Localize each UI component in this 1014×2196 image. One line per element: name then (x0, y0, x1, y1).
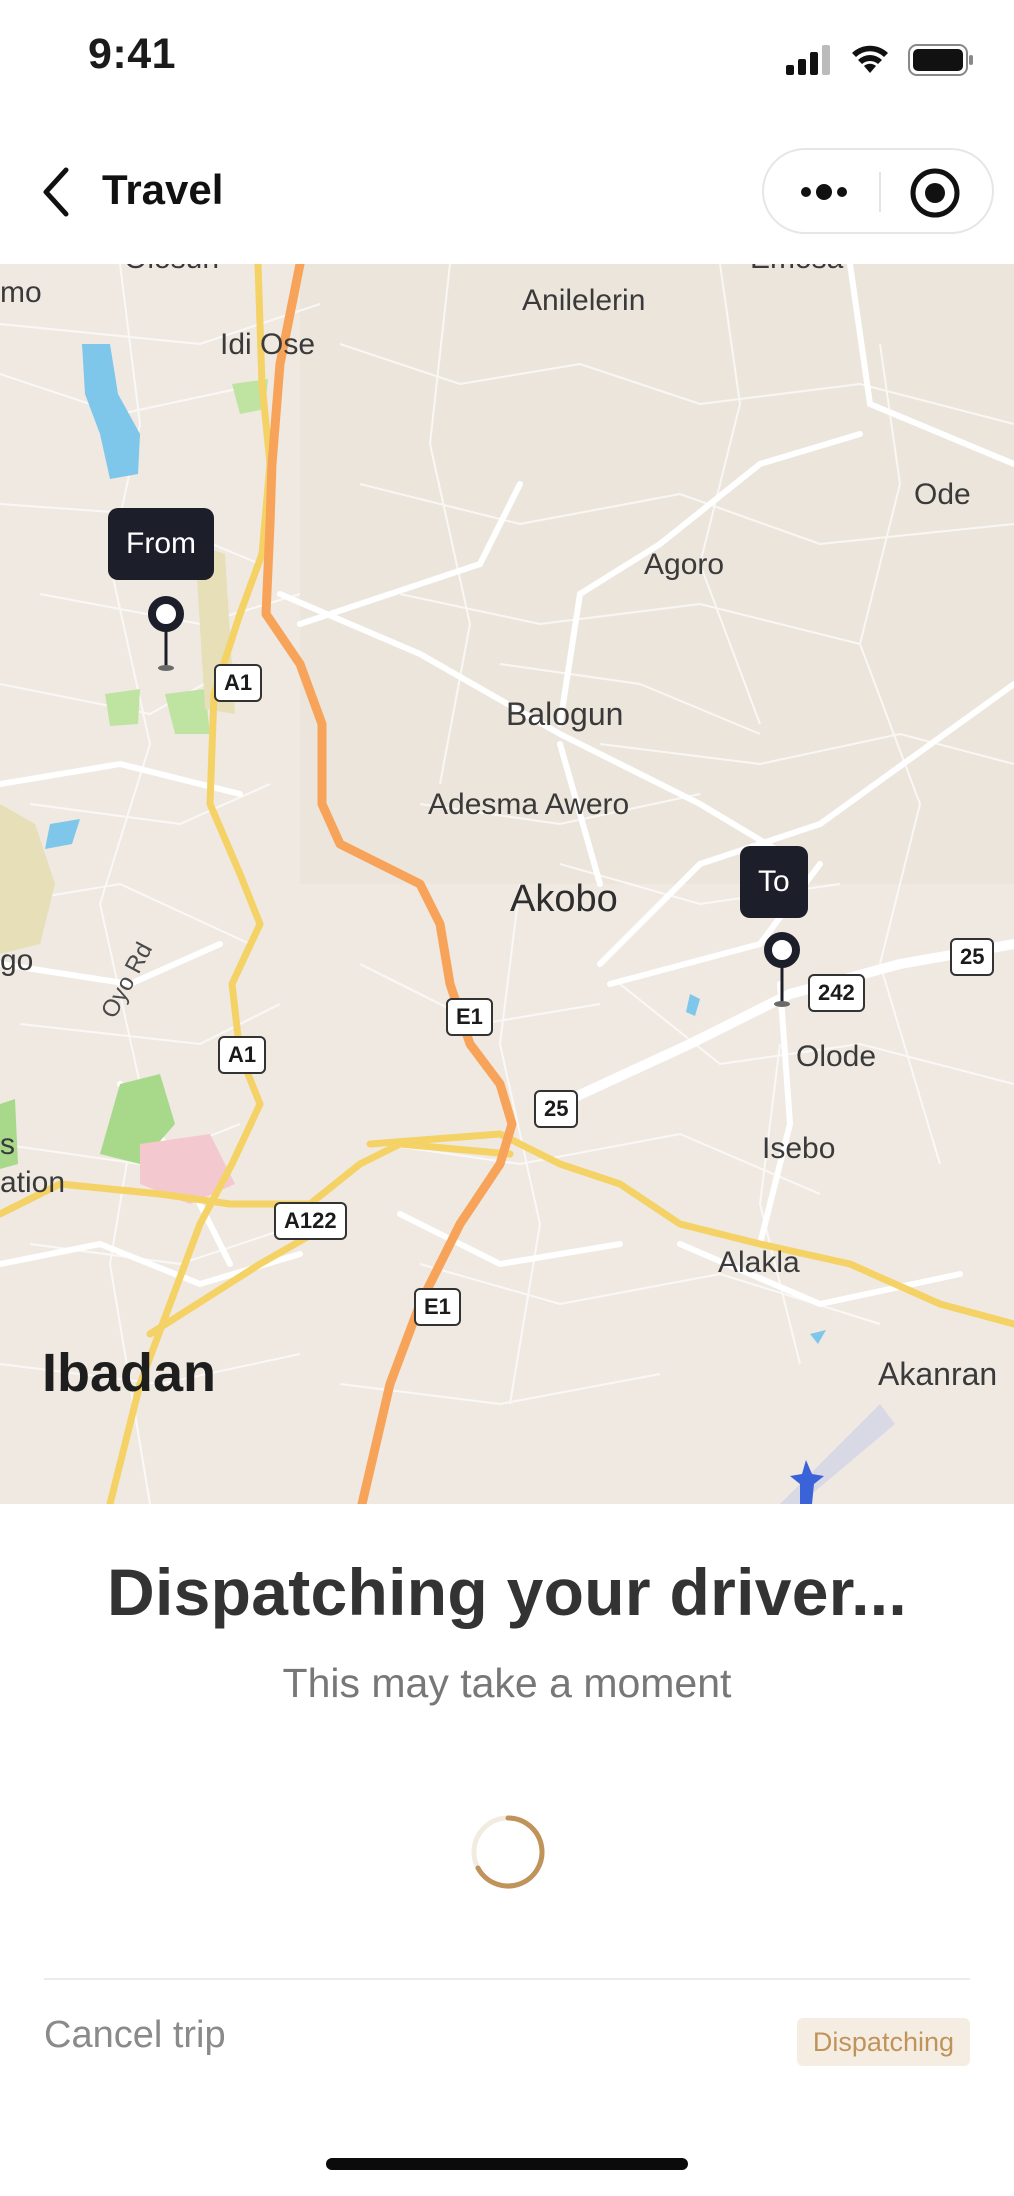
close-mini-program-icon[interactable] (908, 166, 962, 220)
battery-icon (908, 44, 973, 76)
road-shield: A1 (218, 1036, 267, 1074)
map-place-label: Olode (796, 1040, 877, 1073)
map-place-label: Akobo (510, 878, 618, 920)
cancel-trip-button[interactable]: Cancel trip (44, 2014, 226, 2057)
dispatch-title: Dispatching your driver... (107, 1555, 907, 1629)
map-place-label: Balogun (506, 696, 624, 732)
map-place-label: mo (0, 276, 42, 309)
road-shield: 25 (534, 1090, 579, 1128)
map-city-label: Ibadan (42, 1343, 217, 1403)
road-shield: 25 (950, 938, 995, 976)
signal-icon (786, 45, 830, 75)
route-map[interactable]: Olosun Emosa Anilelerin Idi Ose Ode Agor… (0, 264, 1014, 1504)
map-place-label: s (0, 1128, 15, 1161)
page-title: Travel (102, 166, 224, 213)
road-shield: E1 (446, 998, 493, 1036)
status-bar: 9:41 (0, 0, 1014, 120)
road-shield: 242 (808, 974, 865, 1012)
capsule-divider (879, 172, 881, 212)
status-badge: Dispatching (796, 2018, 970, 2066)
status-icons (786, 44, 974, 76)
map-place-label: go (0, 944, 34, 977)
map-place-label: Olosun (124, 264, 219, 276)
road-shield: A1 (214, 664, 263, 702)
to-marker-label: To (740, 846, 808, 918)
loading-spinner-icon (471, 1815, 545, 1889)
map-place-label: Agoro (644, 548, 725, 581)
back-icon[interactable] (34, 160, 84, 224)
map-place-label: Isebo (762, 1132, 836, 1165)
sheet-divider (44, 1978, 970, 1980)
mini-program-capsule (762, 148, 994, 234)
nav-bar: Travel (0, 120, 1014, 264)
road-shield: A122 (274, 1202, 347, 1240)
status-time: 9:41 (88, 30, 177, 78)
more-icon[interactable] (794, 170, 854, 214)
map-place-label: Ode (914, 478, 971, 511)
road-shield: E1 (414, 1288, 461, 1326)
to-pin-icon[interactable] (762, 930, 802, 1010)
dispatch-subtitle: This may take a moment (282, 1660, 732, 1706)
map-place-label: Anilelerin (522, 284, 646, 317)
map-place-label: Emosa (750, 264, 843, 276)
map-canvas (0, 264, 1014, 1504)
dispatch-sheet: Dispatching your driver... This may take… (0, 1504, 1014, 2196)
home-indicator (326, 2158, 688, 2170)
map-place-label: ation (0, 1166, 66, 1199)
map-place-label: Idi Ose (220, 328, 316, 361)
map-place-label: Alakla (718, 1246, 800, 1279)
map-place-label: Adesma Awero (428, 788, 630, 821)
from-marker-label: From (108, 508, 214, 580)
from-pin-icon[interactable] (146, 594, 186, 674)
wifi-icon (852, 45, 888, 73)
map-place-label: Akanran (878, 1356, 998, 1392)
